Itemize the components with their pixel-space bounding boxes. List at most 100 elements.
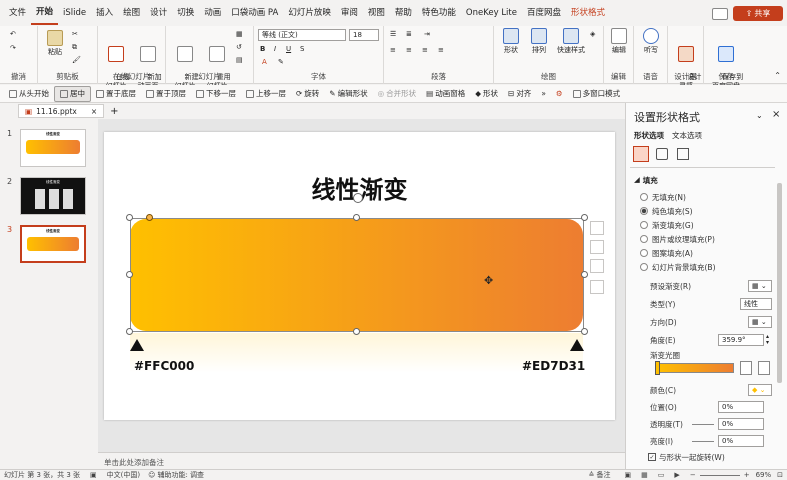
bold-button[interactable]: B — [260, 45, 265, 54]
left-color-label[interactable]: #FFC000 — [134, 359, 194, 373]
normal-view-icon[interactable]: ▣ — [625, 471, 632, 479]
size-icon[interactable] — [677, 148, 689, 160]
comment-icon[interactable] — [712, 8, 728, 20]
arrange-button[interactable]: 排列 — [526, 28, 552, 55]
slide-thumbnail-2[interactable]: 线性渐变 — [20, 177, 86, 215]
accessibility-icon[interactable]: ☺ — [148, 471, 155, 479]
shape-button[interactable]: 形状 — [498, 28, 524, 55]
italic-button[interactable]: I — [274, 45, 276, 54]
tab-design[interactable]: 设计 — [145, 0, 172, 26]
tab-onekey[interactable]: OneKey Lite — [461, 0, 522, 26]
tab-shape-format[interactable]: 形状格式 — [566, 0, 610, 26]
notes-button[interactable]: 备注 — [597, 470, 611, 480]
spell-check-icon[interactable]: ▣ — [90, 471, 97, 479]
brightness-slider[interactable] — [692, 441, 714, 442]
edit-shape-button[interactable]: ✎ 编辑形状 — [324, 86, 372, 102]
fill-option-none[interactable]: 无填充(N) — [640, 191, 773, 203]
paste-button[interactable]: 粘贴 — [44, 30, 66, 57]
tab-text-options[interactable]: 文本选项 — [672, 130, 702, 141]
send-backward-button[interactable]: 下移一层 — [191, 86, 241, 102]
resize-handle[interactable] — [581, 271, 588, 278]
tab-slideshow[interactable]: 幻灯片放映 — [283, 0, 336, 26]
center-button[interactable]: 居中 — [54, 85, 91, 102]
crop-options-icon[interactable] — [590, 280, 604, 294]
font-color-icon[interactable]: A — [262, 58, 267, 67]
accessibility-status[interactable]: 辅助功能: 调查 — [157, 470, 204, 480]
language-indicator[interactable]: 中文(中国) — [107, 470, 140, 480]
slideshow-view-icon[interactable]: ▶ — [674, 471, 679, 479]
rotate-button[interactable]: ⟳ 旋转 — [291, 86, 324, 102]
merge-shapes-button[interactable]: ◎ 合并形状 — [373, 86, 422, 102]
zoom-level[interactable]: 69% — [756, 471, 772, 479]
reading-view-icon[interactable]: ▭ — [658, 471, 665, 479]
justify-icon[interactable]: ≡ — [438, 46, 444, 55]
align-right-icon[interactable]: ≡ — [422, 46, 428, 55]
resize-handle[interactable] — [353, 328, 360, 335]
edit-button[interactable]: 编辑 — [608, 28, 630, 55]
undo-button[interactable]: ↶ — [10, 30, 16, 39]
font-size-select[interactable]: 18 — [349, 29, 379, 41]
position-input[interactable]: 0% — [718, 401, 764, 413]
reset-icon[interactable]: ↺ — [236, 43, 242, 52]
settings-icon[interactable]: ⚙ — [551, 86, 568, 102]
bring-to-front-button[interactable]: 置于顶层 — [141, 86, 191, 102]
collapse-ribbon-icon[interactable]: ⌃ — [774, 71, 781, 80]
close-icon[interactable]: × — [91, 107, 97, 116]
transparency-input[interactable]: 0% — [718, 418, 764, 430]
slide-thumbnail-1[interactable]: 线性渐变 — [20, 129, 86, 167]
font-name-select[interactable]: 等线 (正文) — [258, 29, 346, 41]
indent-icon[interactable]: ⇥ — [424, 30, 430, 39]
shadow-button[interactable]: S — [300, 45, 304, 54]
tab-animations[interactable]: 动画 — [199, 0, 226, 26]
tab-help[interactable]: 帮助 — [390, 0, 417, 26]
highlight-icon[interactable]: ✎ — [278, 58, 284, 67]
tab-draw[interactable]: 绘图 — [118, 0, 145, 26]
resize-handle[interactable] — [126, 328, 133, 335]
format-painter-icon[interactable]: 🖌 — [72, 56, 81, 65]
adjust-handle[interactable] — [146, 214, 153, 221]
underline-button[interactable]: U — [286, 45, 291, 54]
rotate-with-shape-checkbox[interactable]: ✓ 与形状一起旋转(W) — [648, 451, 773, 463]
gradient-stop-handle[interactable] — [655, 361, 660, 375]
angle-spinner-icon[interactable]: ▴ ▾ — [766, 334, 769, 346]
share-button[interactable]: ⇪ 共享 — [733, 6, 783, 21]
tab-view[interactable]: 视图 — [363, 0, 390, 26]
effects-icon[interactable] — [656, 148, 668, 160]
resize-handle[interactable] — [581, 328, 588, 335]
right-color-label[interactable]: #ED7D31 — [522, 359, 585, 373]
fill-section-header[interactable]: ◢ 填充 — [634, 175, 658, 186]
zoom-slider[interactable] — [699, 474, 740, 476]
brightness-input[interactable]: 0% — [718, 435, 764, 447]
tab-islide[interactable]: iSlide — [58, 0, 91, 26]
fill-option-gradient[interactable]: 渐变填充(G) — [640, 219, 773, 231]
send-to-back-button[interactable]: 置于底层 — [91, 86, 141, 102]
preset-gradient-select[interactable]: ▦ ⌄ — [748, 280, 772, 292]
tab-features[interactable]: 特色功能 — [417, 0, 461, 26]
zoom-in-icon[interactable]: + — [744, 471, 750, 479]
fill-line-icon[interactable] — [633, 146, 649, 162]
notes-area[interactable]: 单击此处添加备注 — [98, 452, 625, 469]
pane-close-icon[interactable]: × — [772, 109, 780, 120]
type-select[interactable]: 线性 — [740, 298, 772, 310]
remove-stop-icon[interactable] — [758, 361, 770, 375]
tab-baidu[interactable]: 百度网盘 — [522, 0, 566, 26]
add-stop-icon[interactable] — [740, 361, 752, 375]
tab-file[interactable]: 文件 — [4, 0, 31, 26]
gradient-stops-bar[interactable] — [656, 363, 734, 373]
notes-icon[interactable]: ≙ — [589, 471, 595, 479]
transparency-slider[interactable] — [692, 424, 714, 425]
tab-insert[interactable]: 插入 — [91, 0, 118, 26]
section-icon[interactable]: ▤ — [236, 56, 243, 65]
resize-handle[interactable] — [126, 214, 133, 221]
fill-option-slide-bg[interactable]: 幻灯片背景填充(B) — [640, 261, 773, 273]
pane-dropdown-icon[interactable]: ⌄ — [756, 111, 763, 120]
from-beginning-button[interactable]: 从头开始 — [4, 86, 54, 102]
zoom-out-icon[interactable]: − — [690, 471, 696, 479]
layout-icon[interactable]: ▦ — [236, 30, 243, 39]
slide[interactable]: 线性渐变 ✥ #FFC000 #ED7D31 — [104, 132, 615, 420]
quick-style-button[interactable]: 快速样式 — [554, 28, 588, 55]
redo-button[interactable]: ↷ — [10, 44, 16, 53]
cut-icon[interactable]: ✂ — [72, 30, 78, 39]
copy-icon[interactable]: ⧉ — [72, 43, 77, 52]
resize-handle[interactable] — [353, 214, 360, 221]
